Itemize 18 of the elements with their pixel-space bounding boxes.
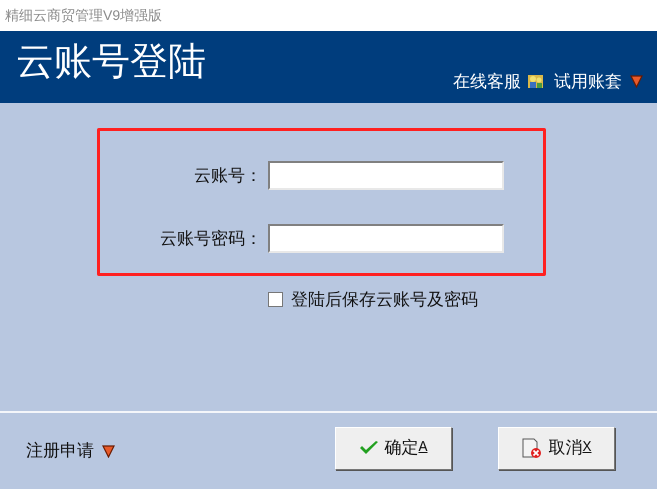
dialog-title: 云账号登陆	[16, 43, 206, 81]
dialog-button[interactable]: 取消X	[498, 426, 615, 470]
header-link[interactable]: 试用账套	[554, 69, 622, 94]
dropdown-triangle-icon	[102, 444, 115, 458]
input-field[interactable]	[268, 161, 504, 190]
document-delete-icon	[521, 437, 544, 459]
input-field[interactable]	[268, 224, 504, 253]
checkbox[interactable]	[268, 292, 283, 308]
register-link[interactable]: 注册申请	[26, 438, 94, 464]
field-label: 云账号密码：	[159, 228, 262, 250]
field-label: 云账号：	[193, 164, 262, 187]
people-icon	[527, 73, 544, 90]
checkbox-label: 登陆后保存云账号及密码	[291, 289, 478, 311]
header-link[interactable]: 在线客服	[453, 69, 521, 94]
window-title: 精细云商贸管理V9增强版	[5, 6, 162, 25]
dropdown-triangle-icon[interactable]	[630, 75, 643, 88]
check-icon	[359, 440, 380, 456]
dialog-button[interactable]: 确定A	[335, 426, 452, 470]
